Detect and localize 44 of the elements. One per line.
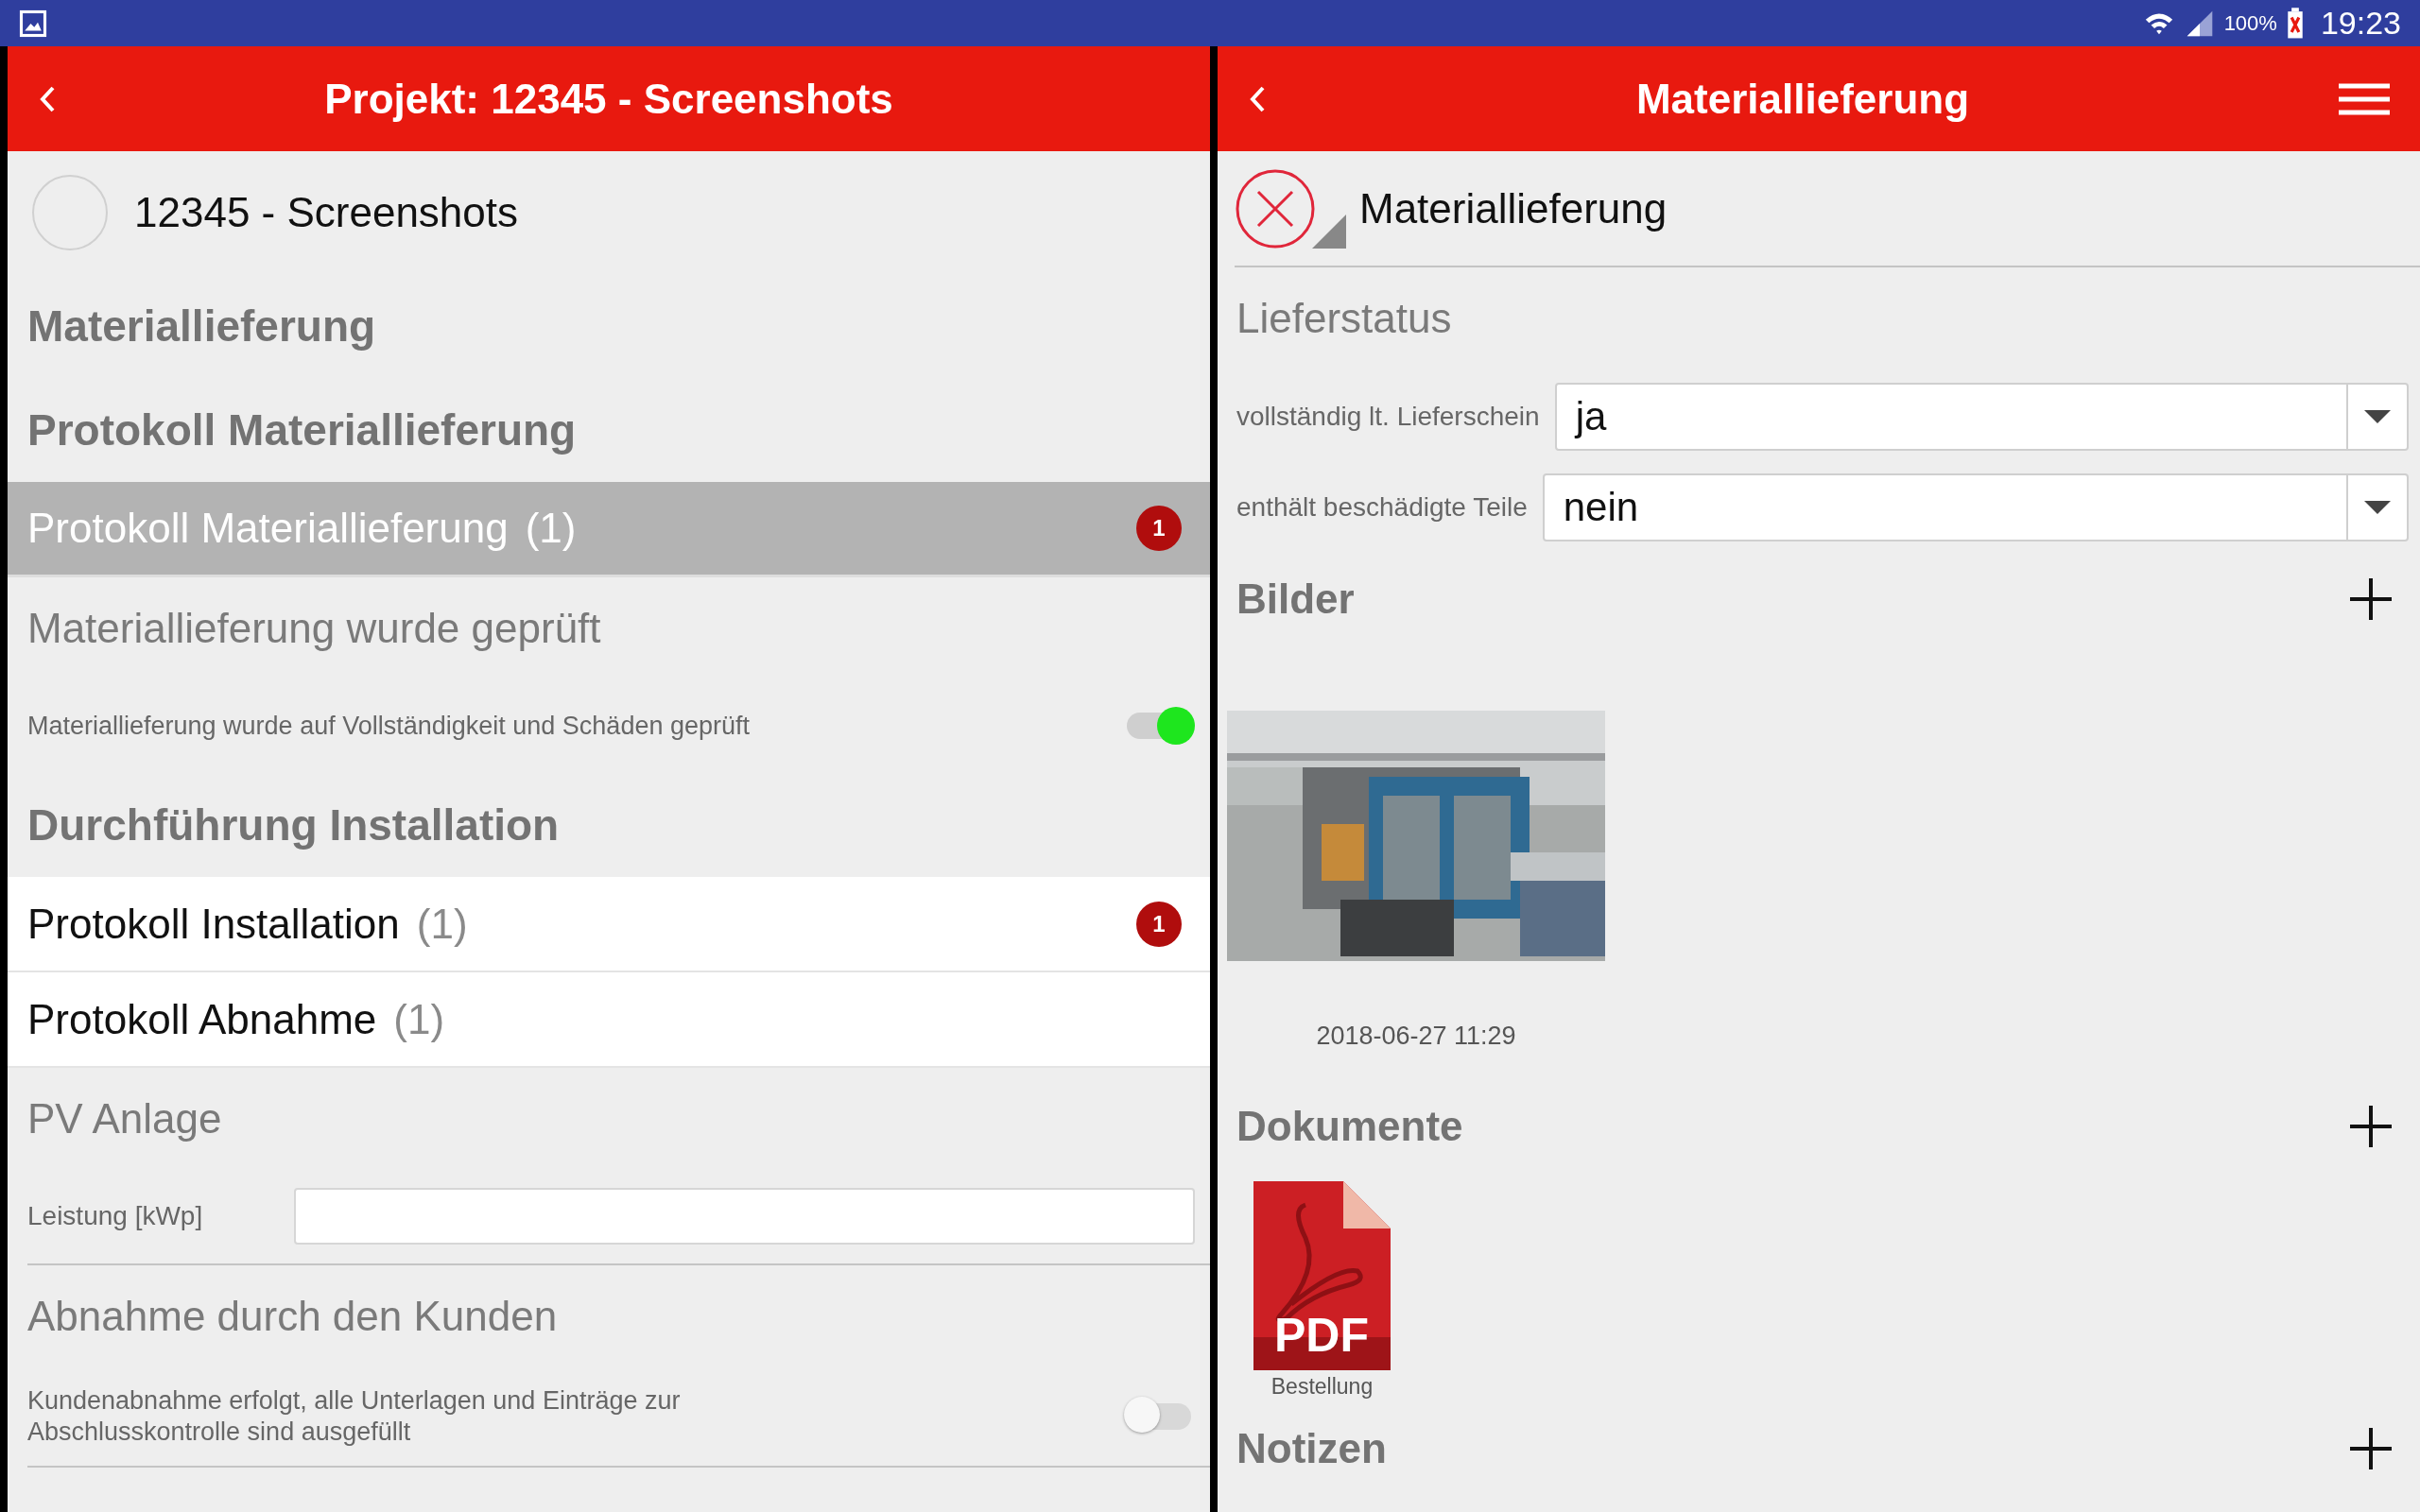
protocol-list-item[interactable]: Protokoll Materiallieferung (1) 1 <box>8 482 1210 577</box>
dropdown-arrow-icon <box>2364 501 2391 514</box>
image-date: 2018-06-27 11:29 <box>1316 1022 1516 1051</box>
dropdown-arrow-icon <box>2364 410 2391 423</box>
battery-icon <box>2286 7 2304 40</box>
project-name: 12345 - Screenshots <box>134 189 519 236</box>
screen-title: Projekt: 12345 - Screenshots <box>323 75 894 123</box>
field-label: enthält beschädigte Teile <box>1236 492 1528 523</box>
screen-title: Materiallieferung <box>1634 75 1971 123</box>
protocol-list-item[interactable]: Protokoll Installation (1) 1 <box>8 877 1210 972</box>
group-title: Lieferstatus <box>1236 293 1453 343</box>
section-heading: Durchführung Installation <box>26 799 561 851</box>
section-heading: Protokoll Materiallieferung <box>26 404 578 456</box>
dropdown[interactable]: nein <box>1542 473 2409 541</box>
add-icon[interactable] <box>2350 578 2392 620</box>
input-field[interactable] <box>294 1188 1195 1245</box>
add-icon[interactable] <box>2350 1428 2392 1469</box>
section-heading: Bilder <box>1236 576 1355 623</box>
corner-triangle-icon <box>1312 215 1346 249</box>
clock-time: 19:23 <box>2320 5 2401 42</box>
group-title: Abnahme durch den Kunden <box>26 1291 559 1341</box>
document-item[interactable]: PDF Bestellung <box>1253 1181 1391 1400</box>
back-chevron-icon <box>1248 84 1267 113</box>
add-icon[interactable] <box>2350 1106 2392 1147</box>
form-title: Materiallieferung <box>1359 184 1668 232</box>
count-badge: 1 <box>1136 506 1182 551</box>
close-circle-icon[interactable] <box>1235 167 1316 249</box>
toggle-label: Kundenabnahme erfolgt, alle Unterlagen und Einträge zur Abschlusskontrolle sind ausgefüllt <box>27 1385 682 1447</box>
battery-percentage: 100% <box>2223 10 2277 36</box>
field-label: Leistung [kWp] <box>27 1201 204 1231</box>
section-heading: Materiallieferung <box>26 301 377 352</box>
field-label: vollständig lt. Lieferschein <box>1236 402 1540 432</box>
section-heading: Dokumente <box>1236 1103 1463 1150</box>
section-heading: Notizen <box>1236 1425 1387 1472</box>
group-title: Materiallieferung wurde geprüft <box>26 603 602 653</box>
toggle-label: Materiallieferung wurde auf Vollständigkeit und Schäden geprüft <box>27 710 751 742</box>
menu-icon <box>2339 82 2390 115</box>
count-badge: 1 <box>1136 901 1182 947</box>
gallery-icon <box>19 9 47 38</box>
group-title: PV Anlage <box>26 1093 223 1143</box>
dropdown[interactable]: ja <box>1554 383 2409 451</box>
protocol-list-item[interactable]: Protokoll Abnahme (1) <box>8 972 1210 1068</box>
back-chevron-icon <box>38 84 57 113</box>
pdf-file-icon: PDF <box>1253 1181 1391 1370</box>
